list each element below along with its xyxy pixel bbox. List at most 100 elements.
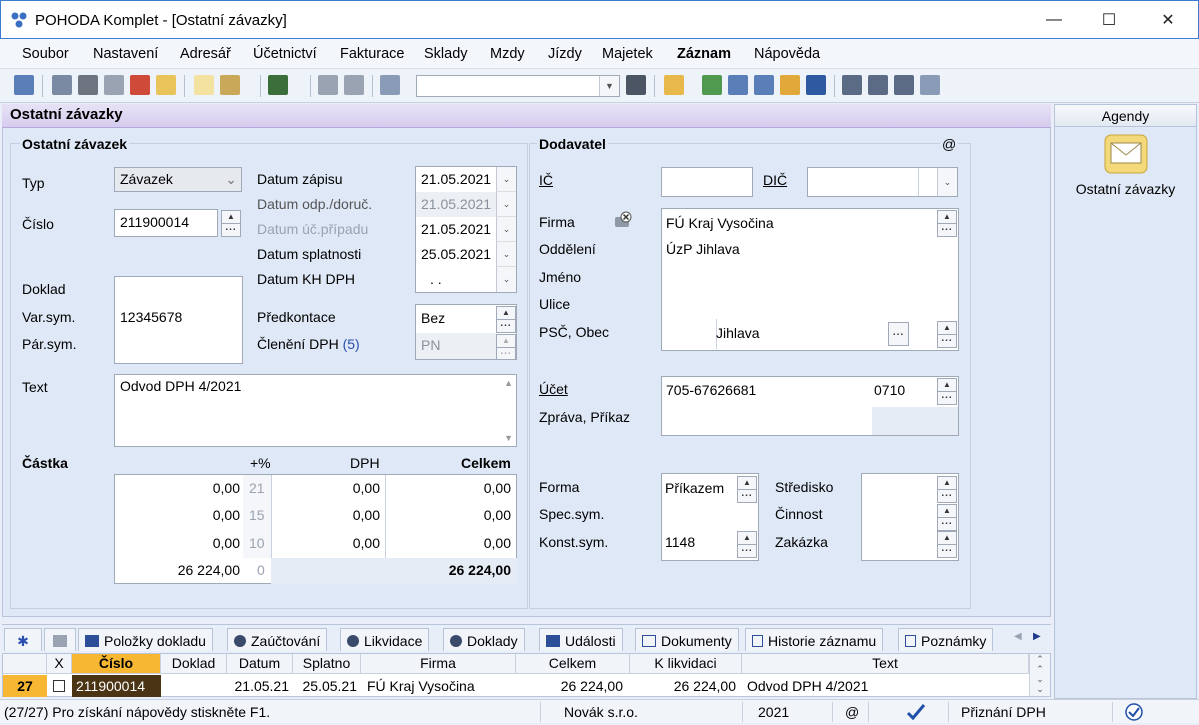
close-button[interactable]: ✕ bbox=[1145, 1, 1191, 39]
cell-text[interactable]: Odvod DPH 4/2021 bbox=[747, 675, 868, 697]
ellipsis-button[interactable]: ... bbox=[737, 489, 757, 503]
chevron-down-icon[interactable]: ▼ bbox=[599, 76, 619, 96]
tools-icon[interactable] bbox=[920, 75, 940, 95]
menu-majetek[interactable]: Majetek bbox=[602, 46, 653, 62]
tab-polozky-dokladu[interactable]: Položky dokladu bbox=[78, 628, 213, 651]
iban-icon[interactable] bbox=[806, 75, 826, 95]
dph-value[interactable]: 0,00 bbox=[271, 535, 380, 551]
note-icon[interactable] bbox=[842, 75, 862, 95]
tab-scroll-left-icon[interactable]: ◀ bbox=[1014, 631, 1022, 642]
base-value[interactable]: 0,00 bbox=[115, 507, 240, 523]
col-header-datum[interactable]: Datum bbox=[227, 654, 293, 674]
menu-fakturace[interactable]: Fakturace bbox=[340, 46, 404, 62]
col-header-celkem[interactable]: Celkem bbox=[516, 654, 630, 674]
search-combobox[interactable]: ▼ bbox=[416, 75, 620, 97]
col-header-klikvidaci[interactable]: K likvidaci bbox=[630, 654, 742, 674]
total-value[interactable]: 0,00 bbox=[386, 480, 511, 496]
scroll-down-icon[interactable]: ▼ bbox=[504, 433, 513, 443]
base-value[interactable]: 0,00 bbox=[115, 535, 240, 551]
cell-datum[interactable]: 21.05.21 bbox=[227, 675, 290, 697]
oddeleni-field[interactable]: ÚzP Jihlava bbox=[666, 241, 740, 257]
calculator-icon[interactable] bbox=[728, 75, 748, 95]
total-value[interactable]: 0,00 bbox=[386, 535, 511, 551]
total-value[interactable]: 0,00 bbox=[386, 507, 511, 523]
base-value[interactable]: 26 224,00 bbox=[115, 562, 240, 578]
tab-likvidace[interactable]: Likvidace bbox=[340, 628, 430, 651]
table-icon[interactable] bbox=[754, 75, 774, 95]
chevron-down-icon[interactable]: ⌄ bbox=[496, 167, 516, 192]
tab-dokumenty[interactable]: Dokumenty bbox=[635, 628, 739, 651]
text-field[interactable]: Odvod DPH 4/2021 ▲ ▼ bbox=[114, 374, 517, 447]
exit-icon[interactable] bbox=[14, 75, 34, 95]
datum-uc-field[interactable]: 21.05.2021 bbox=[421, 221, 491, 237]
col-header-text[interactable]: Text bbox=[742, 654, 1029, 674]
ellipsis-button[interactable]: ... bbox=[937, 517, 957, 531]
chevron-down-icon[interactable]: ⌄ bbox=[496, 217, 516, 242]
clear-address-icon[interactable] bbox=[612, 211, 634, 229]
forma-field[interactable]: Příkazem bbox=[665, 480, 724, 496]
col-header-x[interactable]: X bbox=[47, 654, 72, 674]
menu-nastaveni[interactable]: Nastavení bbox=[93, 46, 158, 62]
cislo-field[interactable]: 211900014 bbox=[114, 209, 218, 237]
chevron-down-icon[interactable]: ⌄ bbox=[496, 242, 516, 267]
filter-icon[interactable] bbox=[626, 75, 646, 95]
print-icon[interactable] bbox=[78, 75, 98, 95]
menu-ucetnictvi[interactable]: Účetnictví bbox=[253, 46, 317, 62]
base-value[interactable]: 0,00 bbox=[115, 480, 240, 496]
tab-filter[interactable] bbox=[44, 628, 76, 651]
menu-adresar[interactable]: Adresář bbox=[180, 46, 231, 62]
menu-napoveda[interactable]: Nápověda bbox=[754, 46, 820, 62]
cell-firma[interactable]: FÚ Kraj Vysočina bbox=[367, 675, 475, 697]
datum-odp-field[interactable]: 21.05.2021 bbox=[416, 192, 496, 217]
edit-icon[interactable] bbox=[220, 75, 240, 95]
cell-klikvidaci[interactable]: 26 224,00 bbox=[630, 675, 736, 697]
ic-label[interactable]: IČ bbox=[539, 172, 553, 188]
checkmark-pen-icon[interactable] bbox=[906, 703, 926, 721]
ellipsis-button[interactable]: ... bbox=[496, 319, 516, 333]
dph-value[interactable]: 0,00 bbox=[271, 507, 380, 523]
tab-udalosti[interactable]: Události bbox=[539, 628, 623, 651]
ellipsis-button[interactable]: ... bbox=[937, 489, 957, 503]
cell-celkem[interactable]: 26 224,00 bbox=[516, 675, 623, 697]
dph-value[interactable]: 0,00 bbox=[271, 480, 380, 496]
pdf-icon[interactable] bbox=[130, 75, 150, 95]
col-header-cislo[interactable]: Číslo bbox=[72, 654, 161, 674]
firma-field[interactable]: FÚ Kraj Vysočina bbox=[666, 215, 774, 231]
varsym-field[interactable]: 12345678 bbox=[120, 309, 182, 325]
ellipsis-button[interactable]: ... bbox=[937, 223, 957, 237]
dic-field[interactable]: ⌄ bbox=[807, 167, 958, 197]
tab-poznamky[interactable]: Poznámky bbox=[898, 628, 994, 651]
menu-mzdy[interactable]: Mzdy bbox=[490, 46, 525, 62]
copy-record-icon[interactable] bbox=[52, 75, 72, 95]
menu-zaznam[interactable]: Záznam bbox=[677, 46, 731, 62]
ellipsis-button[interactable]: ... bbox=[937, 544, 957, 558]
dic-label[interactable]: DIČ bbox=[763, 172, 787, 188]
row-index[interactable]: 27 bbox=[3, 675, 47, 697]
tab-historie-zaznamu[interactable]: Historie záznamu bbox=[745, 628, 884, 651]
tab-all[interactable]: ✱ bbox=[4, 628, 42, 651]
export-icon[interactable] bbox=[156, 75, 176, 95]
col-header-doklad[interactable]: Doklad bbox=[161, 654, 227, 674]
liquidation-icon[interactable] bbox=[664, 75, 684, 95]
new-record-icon[interactable] bbox=[194, 75, 214, 95]
datum-spl-field[interactable]: 25.05.2021 bbox=[421, 246, 491, 262]
grid-scrollbar[interactable]: ⌃ ⌃ ⌄ ⌄ bbox=[1029, 654, 1050, 696]
ellipsis-button[interactable]: ... bbox=[937, 391, 957, 405]
chevron-down-icon[interactable]: ⌄ bbox=[496, 192, 516, 217]
email-at-icon[interactable]: @ bbox=[940, 136, 959, 152]
minimize-button[interactable]: — bbox=[1031, 1, 1077, 39]
envelope-icon[interactable] bbox=[1103, 133, 1149, 175]
menu-sklady[interactable]: Sklady bbox=[424, 46, 468, 62]
typ-select[interactable]: Závazek ⌄ bbox=[114, 167, 242, 192]
datum-kh-field[interactable]: . . bbox=[430, 271, 442, 287]
obec-field[interactable]: Jihlava bbox=[716, 325, 760, 341]
ucet-field[interactable]: 705-67626681 bbox=[666, 382, 756, 398]
tab-zauctovani[interactable]: Zaúčtování bbox=[227, 628, 328, 651]
report-icon[interactable] bbox=[894, 75, 914, 95]
tab-doklady[interactable]: Doklady bbox=[443, 628, 525, 651]
col-header-splatno[interactable]: Splatno bbox=[293, 654, 361, 674]
bank-code-field[interactable]: 0710 bbox=[874, 382, 905, 398]
ic-field[interactable] bbox=[661, 167, 753, 197]
cell-splatno[interactable]: 25.05.21 bbox=[293, 675, 358, 697]
chevron-down-icon[interactable]: ⌄ bbox=[937, 168, 957, 196]
